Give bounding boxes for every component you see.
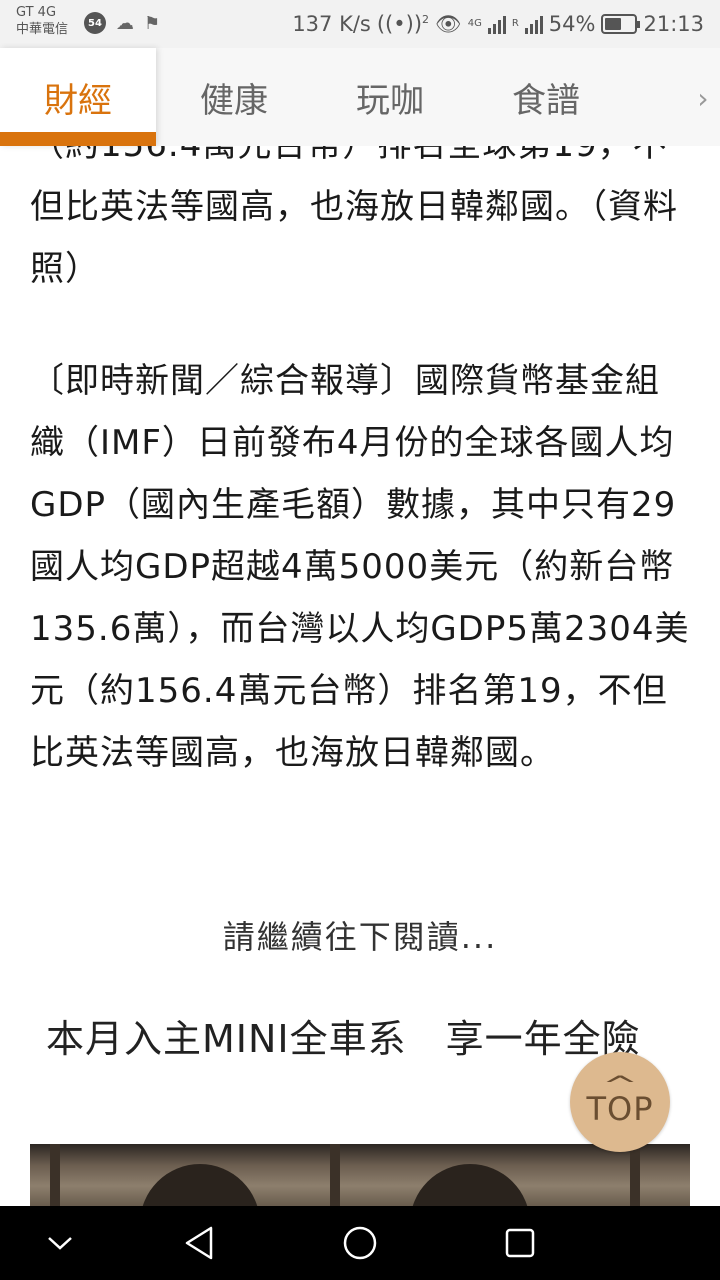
carrier-network: GT 4G <box>16 5 57 20</box>
clock: 21:13 <box>643 12 704 36</box>
article-content: （約156.4萬元台幣）排名全球第19，不但比英法等國高，也海放日韓鄰國。（資料… <box>0 146 720 1206</box>
article-paragraph: 〔即時新聞／綜合報導〕國際貨幣基金組織（IMF）日前發布4月份的全球各國人均GD… <box>30 361 690 773</box>
tab-health[interactable]: 健康 <box>156 48 312 146</box>
net-speed: 137 K/s <box>292 12 371 36</box>
tab-finance[interactable]: 財經 <box>0 48 156 146</box>
building-column <box>330 1144 340 1206</box>
back-triangle-icon <box>185 1226 213 1260</box>
tab-label: 玩咖 <box>356 80 424 121</box>
status-right-group: 137 K/s ((•))2 👁 4G R 54% 21:13 <box>292 10 704 38</box>
hotspot-count: 2 <box>422 13 430 26</box>
sim-label: R <box>511 18 519 29</box>
battery-percent: 54% <box>548 12 596 36</box>
home-button[interactable] <box>315 1206 405 1280</box>
chevron-down-icon <box>48 1237 72 1250</box>
category-tab-bar: 財經 健康 玩咖 食譜 › <box>0 48 720 146</box>
carrier-info: GT 4G 中華電信 <box>16 4 68 38</box>
cloud-icon: ☁ <box>116 12 134 34</box>
tab-label: 食譜 <box>512 80 580 121</box>
carrier-name: 中華電信 <box>16 22 69 37</box>
ad-title[interactable]: 本月入主MINI全車系 享一年全險 <box>46 1014 676 1064</box>
chevron-right-icon[interactable]: › <box>692 76 714 120</box>
status-bar: GT 4G 中華電信 54 ☁ ⚑ 137 K/s ((•))2 👁 4G R … <box>0 0 720 48</box>
image-caption: （約156.4萬元台幣）排名全球第19，不但比英法等國高，也海放日韓鄰國。（資料… <box>30 146 678 289</box>
home-circle-icon <box>343 1226 377 1260</box>
flag-icon: ⚑ <box>144 12 161 34</box>
net-type-label: 4G <box>467 18 482 29</box>
building-arch <box>140 1164 260 1206</box>
recent-apps-button[interactable] <box>475 1206 565 1280</box>
notification-icons: 54 ☁ ⚑ <box>84 12 160 34</box>
ad-image[interactable] <box>30 1144 690 1206</box>
notification-badge-icon: 54 <box>84 12 106 34</box>
battery-icon <box>601 14 641 34</box>
back-to-top-button[interactable]: ^ TOP <box>570 1052 670 1152</box>
signal-icon <box>487 14 506 34</box>
continue-reading-link[interactable]: 請繼續往下閱讀... <box>0 912 720 958</box>
tab-label: 健康 <box>200 80 268 121</box>
eye-icon: 👁 <box>435 11 462 36</box>
hotspot-icon: ((•))2 <box>376 12 430 36</box>
chevron-up-icon: ^ <box>601 1071 639 1099</box>
hide-nav-button[interactable] <box>15 1206 105 1280</box>
screen: GT 4G 中華電信 54 ☁ ⚑ 137 K/s ((•))2 👁 4G R … <box>0 0 720 1280</box>
building-column <box>630 1144 640 1206</box>
system-nav-bar <box>0 1206 720 1280</box>
battery-fill <box>605 18 621 30</box>
back-button[interactable] <box>155 1206 245 1280</box>
tab-label: 財經 <box>44 80 112 121</box>
signal-icon-2 <box>524 14 543 34</box>
building-arch <box>410 1164 530 1206</box>
building-column <box>50 1144 60 1206</box>
net-type-icon: 4G <box>468 19 482 29</box>
tab-playa[interactable]: 玩咖 <box>312 48 468 146</box>
recent-square-icon <box>505 1228 535 1258</box>
tab-recipes[interactable]: 食譜 <box>468 48 624 146</box>
